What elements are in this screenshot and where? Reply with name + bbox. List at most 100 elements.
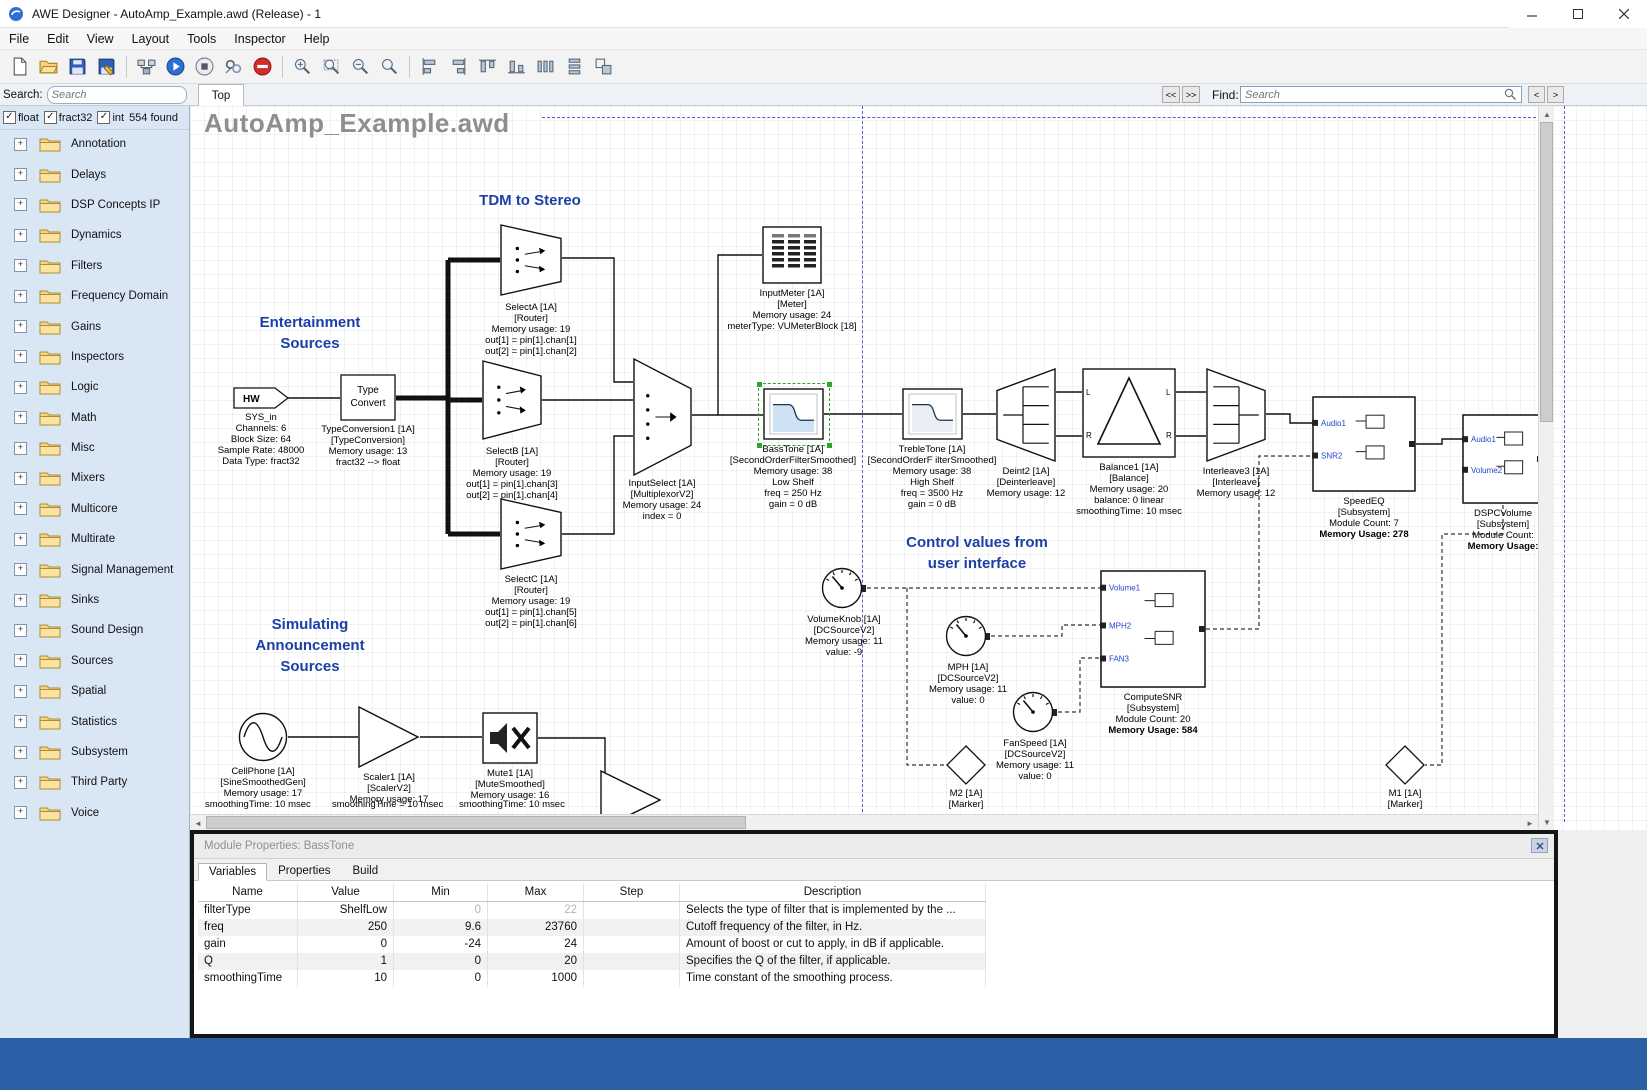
align-right-button[interactable]: [445, 53, 472, 80]
expand-icon[interactable]: +: [14, 472, 27, 485]
menu-help[interactable]: Help: [295, 32, 339, 46]
sidebar-item-misc[interactable]: +Misc: [0, 433, 189, 463]
module-computesnr[interactable]: Volume1MPH2FAN3: [1100, 570, 1206, 688]
halt-button[interactable]: [249, 53, 276, 80]
save-button[interactable]: [64, 53, 91, 80]
scroll-right-icon[interactable]: ►: [1522, 815, 1538, 830]
module-deint2[interactable]: [996, 368, 1056, 462]
sidebar-item-mixers[interactable]: +Mixers: [0, 463, 189, 493]
module-search-input[interactable]: [48, 89, 187, 101]
build-pipeline-button[interactable]: [133, 53, 160, 80]
cell-value[interactable]: 1: [298, 953, 394, 970]
stop-button[interactable]: [191, 53, 218, 80]
menu-edit[interactable]: Edit: [38, 32, 78, 46]
sidebar-item-logic[interactable]: +Logic: [0, 372, 189, 402]
maximize-button[interactable]: [1555, 0, 1601, 28]
menu-file[interactable]: File: [0, 32, 38, 46]
checkbox-int-icon[interactable]: ✓: [97, 111, 110, 124]
filter-float[interactable]: ✓float: [3, 111, 39, 124]
module-mph[interactable]: [945, 614, 991, 658]
tab-top[interactable]: Top: [198, 84, 244, 106]
expand-icon[interactable]: +: [14, 806, 27, 819]
align-bottom-button[interactable]: [503, 53, 530, 80]
expand-icon[interactable]: +: [14, 624, 27, 637]
annotation-tdm-to-stereo[interactable]: TDM to Stereo: [420, 190, 640, 211]
sidebar-item-frequency-domain[interactable]: +Frequency Domain: [0, 281, 189, 311]
module-selectb[interactable]: [482, 360, 542, 440]
expand-icon[interactable]: +: [14, 502, 27, 515]
sidebar-item-sound-design[interactable]: +Sound Design: [0, 615, 189, 645]
annotation-entertainment-sources[interactable]: EntertainmentSources: [200, 312, 420, 354]
sidebar-item-multicore[interactable]: +Multicore: [0, 494, 189, 524]
cell-value[interactable]: 10: [298, 970, 394, 987]
expand-icon[interactable]: +: [14, 138, 27, 151]
open-button[interactable]: [35, 53, 62, 80]
filter-fract32[interactable]: ✓fract32: [44, 111, 93, 124]
expand-icon[interactable]: +: [14, 229, 27, 242]
selection-handle[interactable]: [757, 382, 762, 387]
checkbox-float-icon[interactable]: ✓: [3, 111, 16, 124]
sidebar-item-multirate[interactable]: +Multirate: [0, 524, 189, 554]
sidebar-item-inspectors[interactable]: +Inspectors: [0, 342, 189, 372]
expand-icon[interactable]: +: [14, 350, 27, 363]
run-button[interactable]: [162, 53, 189, 80]
module-fanspeed[interactable]: [1012, 690, 1058, 734]
horizontal-scroll-thumb[interactable]: [206, 816, 746, 829]
module-selectc[interactable]: [500, 498, 562, 570]
expand-icon[interactable]: +: [14, 442, 27, 455]
minimize-button[interactable]: [1509, 0, 1555, 28]
expand-icon[interactable]: +: [14, 533, 27, 546]
panel-tab-properties[interactable]: Properties: [267, 862, 341, 880]
menu-layout[interactable]: Layout: [123, 32, 179, 46]
module-dspcvolume[interactable]: Audio1Volume2: [1462, 414, 1544, 504]
expand-icon[interactable]: +: [14, 563, 27, 576]
align-left-button[interactable]: [416, 53, 443, 80]
zoom-out-button[interactable]: [347, 53, 374, 80]
cell-value[interactable]: ShelfLow: [298, 902, 394, 919]
panel-close-icon[interactable]: [1531, 838, 1548, 853]
module-speedeq[interactable]: Audio1SNR2: [1312, 396, 1416, 492]
sidebar-item-sinks[interactable]: +Sinks: [0, 585, 189, 615]
sidebar-item-subsystem[interactable]: +Subsystem: [0, 737, 189, 767]
scroll-down-icon[interactable]: ▼: [1539, 814, 1555, 830]
profile-button[interactable]: [220, 53, 247, 80]
cell-value[interactable]: 0: [298, 936, 394, 953]
expand-icon[interactable]: +: [14, 320, 27, 333]
expand-icon[interactable]: +: [14, 746, 27, 759]
cell-value[interactable]: 250: [298, 919, 394, 936]
module-inputmeter[interactable]: [762, 226, 822, 284]
zoom-in-button[interactable]: [289, 53, 316, 80]
zoom-region-button[interactable]: [318, 53, 345, 80]
sidebar-item-annotation[interactable]: +Annotation: [0, 129, 189, 159]
module-balance1[interactable]: LRLR: [1082, 368, 1176, 458]
expand-icon[interactable]: +: [14, 381, 27, 394]
selection-handle[interactable]: [827, 382, 832, 387]
find-input[interactable]: [1241, 89, 1504, 101]
module-mute1[interactable]: [482, 712, 538, 764]
sidebar-item-filters[interactable]: +Filters: [0, 251, 189, 281]
expand-icon[interactable]: +: [14, 259, 27, 272]
find-next-all-button[interactable]: >>: [1182, 86, 1200, 103]
module-m1[interactable]: [1385, 745, 1425, 785]
sidebar-item-delays[interactable]: +Delays: [0, 159, 189, 189]
expand-icon[interactable]: +: [14, 198, 27, 211]
panel-tab-build[interactable]: Build: [342, 862, 390, 880]
distribute-vertical-button[interactable]: [561, 53, 588, 80]
panel-tab-variables[interactable]: Variables: [198, 863, 267, 881]
scroll-up-icon[interactable]: ▲: [1539, 106, 1555, 122]
find-next-button[interactable]: >: [1547, 86, 1564, 103]
sidebar-item-spatial[interactable]: +Spatial: [0, 676, 189, 706]
find-previous-all-button[interactable]: <<: [1162, 86, 1180, 103]
sidebar-item-signal-management[interactable]: +Signal Management: [0, 554, 189, 584]
expand-icon[interactable]: +: [14, 715, 27, 728]
zoom-reset-button[interactable]: [376, 53, 403, 80]
match-size-button[interactable]: [590, 53, 617, 80]
canvas-vertical-scrollbar[interactable]: ▲ ▼: [1538, 106, 1554, 830]
module-cellphone[interactable]: [238, 712, 288, 762]
sidebar-item-voice[interactable]: +Voice: [0, 798, 189, 828]
panel-header[interactable]: Module Properties: BassTone: [194, 834, 1554, 859]
distribute-horizontal-button[interactable]: [532, 53, 559, 80]
module-inputselect[interactable]: [633, 358, 692, 476]
expand-icon[interactable]: +: [14, 290, 27, 303]
expand-icon[interactable]: +: [14, 411, 27, 424]
